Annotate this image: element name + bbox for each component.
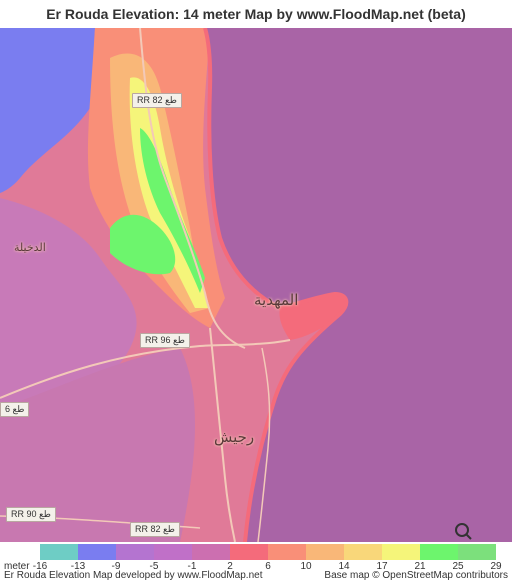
footer-basemap: Base map © OpenStreetMap contributors: [324, 570, 508, 581]
legend-swatch: [230, 544, 268, 560]
road-shield-rr90: RR 90 طع: [6, 507, 56, 522]
map-canvas: [0, 28, 512, 542]
legend-swatch: [154, 544, 192, 560]
road-shield-rr82-south: RR 82 طع: [130, 522, 180, 537]
legend-swatch: [344, 544, 382, 560]
legend-swatch: [192, 544, 230, 560]
legend-swatch: [420, 544, 458, 560]
legend-swatch: [78, 544, 116, 560]
title-bar: Er Rouda Elevation: 14 meter Map by www.…: [0, 0, 512, 28]
footer-credit: Er Rouda Elevation Map developed by www.…: [4, 570, 263, 581]
legend-swatch: [116, 544, 154, 560]
legend-swatch: [268, 544, 306, 560]
elevation-map[interactable]: RR 82 طع RR 96 طع 6 طع RR 90 طع RR 82 طع…: [0, 28, 512, 542]
legend-swatch: [306, 544, 344, 560]
legend-swatch: [458, 544, 496, 560]
openstreetmap-logo: [452, 520, 510, 542]
road-shield-rr96: RR 96 طع: [140, 333, 190, 348]
place-label-rejiche: رجيش: [214, 428, 255, 446]
legend-color-bar: [40, 544, 496, 560]
legend-swatch: [40, 544, 78, 560]
legend: meter -16 -13 -9 -5 -1 2 6 10 14 17 21 25 29: [0, 542, 512, 572]
legend-swatch: [382, 544, 420, 560]
place-label-dkhila: الدخيلة: [14, 241, 46, 254]
road-shield-left: 6 طع: [0, 402, 30, 417]
page-title: Er Rouda Elevation: 14 meter Map by www.…: [46, 6, 466, 22]
footer: Er Rouda Elevation Map developed by www.…: [0, 570, 512, 582]
place-label-mahdia: المهدية: [254, 291, 299, 309]
road-shield-rr82-north: RR 82 طع: [132, 93, 182, 108]
